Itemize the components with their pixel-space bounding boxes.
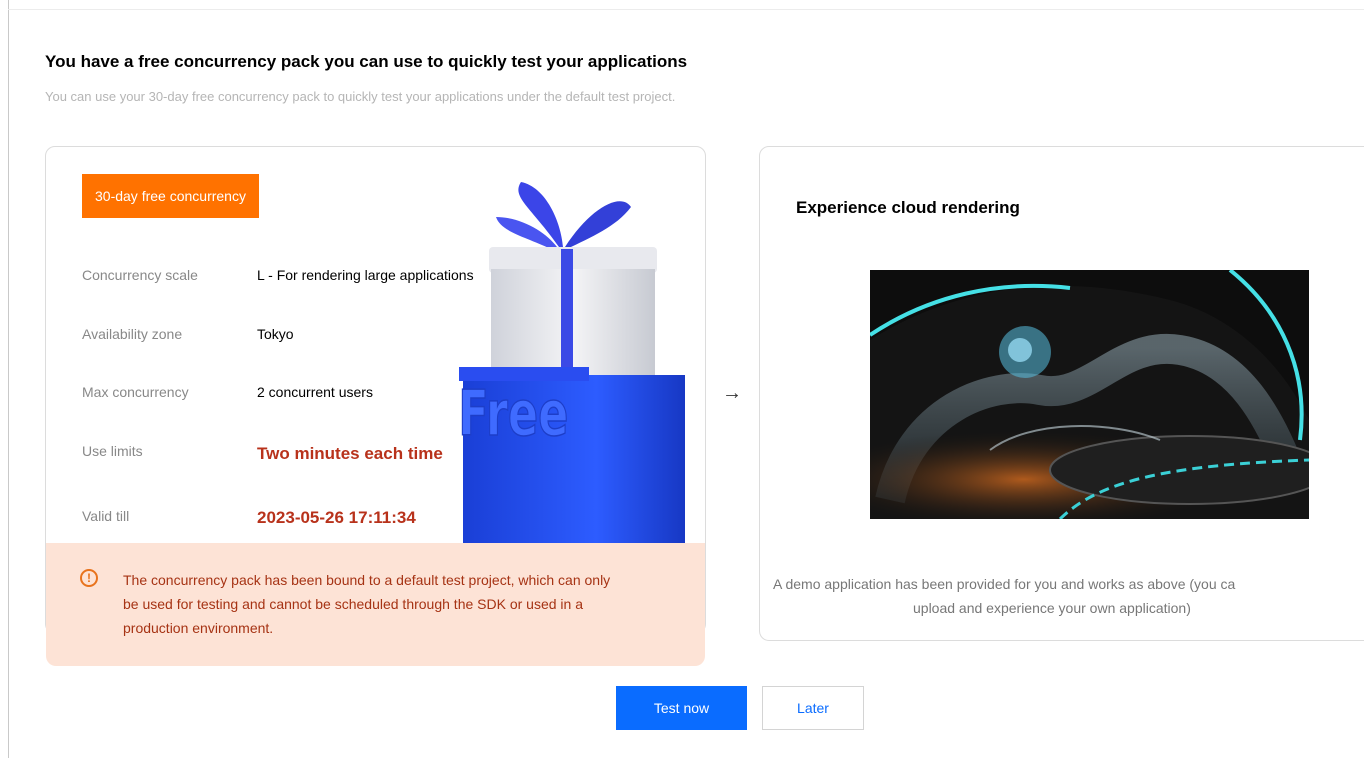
gift-free-text: Free — [458, 378, 568, 450]
dialog-subtitle: You can use your 30-day free concurrency… — [45, 89, 676, 104]
max-concurrency-label: Max concurrency — [82, 384, 189, 400]
warning-notice-text: The concurrency pack has been bound to a… — [123, 572, 611, 636]
use-limits-value: Two minutes each time — [257, 444, 443, 463]
warning-notice: ! The concurrency pack has been bound to… — [46, 543, 705, 666]
valid-till-label: Valid till — [82, 508, 130, 524]
left-edge-divider — [8, 0, 9, 758]
concurrency-scale-label: Concurrency scale — [82, 267, 198, 283]
demo-caption: A demo application has been provided for… — [760, 572, 1364, 620]
demo-card: Experience cloud rendering A demo applic… — [759, 146, 1364, 641]
later-button[interactable]: Later — [762, 686, 864, 730]
test-now-button[interactable]: Test now — [616, 686, 747, 730]
demo-card-title: Experience cloud rendering — [796, 198, 1020, 217]
warning-icon: ! — [80, 569, 98, 587]
valid-till-value: 2023-05-26 17:11:34 — [257, 508, 416, 527]
top-edge-divider — [8, 9, 1364, 10]
cloud-rendering-preview-image — [870, 270, 1309, 519]
max-concurrency-value: 2 concurrent users — [257, 384, 373, 400]
concurrency-scale-value: L - For rendering large applications — [257, 267, 474, 283]
availability-zone-label: Availability zone — [82, 326, 183, 342]
dialog-title: You have a free concurrency pack you can… — [45, 52, 688, 71]
gift-box-illustration: Free — [458, 182, 685, 547]
availability-zone-value: Tokyo — [257, 326, 294, 342]
demo-caption-line-1: A demo application has been provided for… — [773, 576, 1236, 592]
use-limits-label: Use limits — [82, 443, 143, 459]
demo-caption-line-2: upload and experience your own applicati… — [913, 600, 1191, 616]
free-concurrency-badge: 30-day free concurrency — [82, 174, 259, 218]
arrow-right-icon: → — [722, 382, 742, 404]
